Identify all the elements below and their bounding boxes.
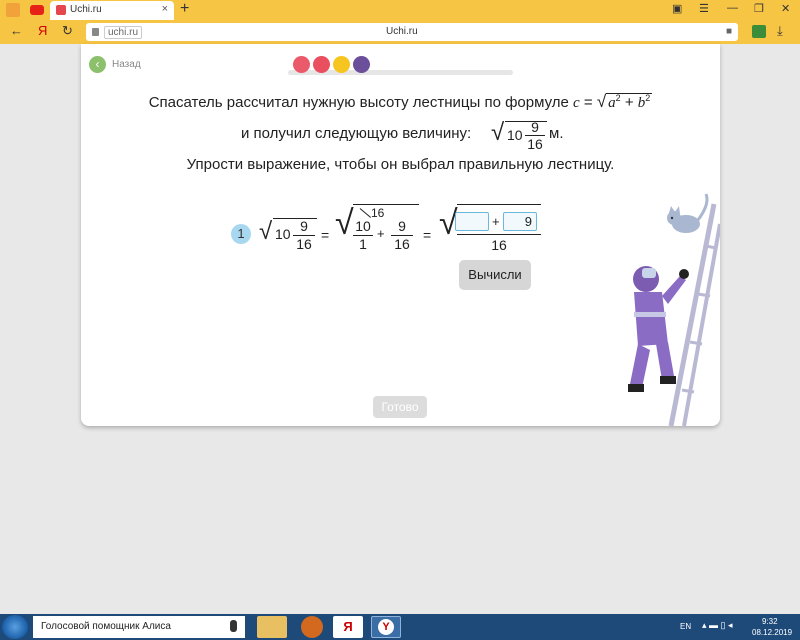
- extension-icon[interactable]: [752, 25, 766, 38]
- term3-denominator: 16: [491, 237, 507, 253]
- cat-icon: [667, 193, 709, 233]
- term1-whole: 10: [275, 226, 291, 242]
- clock-time[interactable]: 9:32: [762, 617, 778, 626]
- equals-2: =: [423, 227, 432, 243]
- address-bar[interactable]: uchi.ru Uchi.ru ■: [86, 23, 738, 41]
- tab-title: Uchi.ru: [70, 4, 102, 15]
- term1-numerator: 9: [300, 218, 308, 234]
- term2-annotation: 16: [371, 206, 385, 220]
- sqrt-sign-2: √: [491, 119, 505, 146]
- formula-a: a: [608, 95, 616, 111]
- collections-icon[interactable]: ▣: [672, 2, 682, 15]
- tab-uchi[interactable]: Uchi.ru ×: [50, 1, 174, 20]
- formula-a-exp: 2: [615, 93, 621, 103]
- step-number-badge: 1: [231, 224, 251, 244]
- start-button[interactable]: [2, 615, 28, 639]
- prompt-text-2: и получил следующую величину:: [241, 125, 472, 142]
- language-indicator[interactable]: EN: [680, 622, 691, 631]
- formula-c: c: [573, 95, 580, 111]
- term3-plus: +: [492, 214, 500, 229]
- sqrt-sign: √: [596, 92, 607, 111]
- equation-term-1: √ 10 9 16: [259, 214, 319, 254]
- sqrt-bar-5: [457, 204, 541, 205]
- sqrt-bar-4: [353, 204, 419, 205]
- progress-dot-3: [333, 56, 350, 73]
- new-tab-button[interactable]: +: [180, 0, 189, 18]
- page-title: Uchi.ru: [386, 26, 418, 37]
- back-arrow-icon[interactable]: ←: [10, 23, 23, 38]
- file-explorer-icon[interactable]: [257, 616, 287, 638]
- term2-numerator: 10: [355, 218, 371, 234]
- tabs-overview-icon[interactable]: [6, 3, 20, 17]
- value-denominator: 16: [527, 136, 543, 152]
- yandex-browser-icon[interactable]: Я: [333, 616, 363, 638]
- close-window-button[interactable]: ✕: [781, 2, 790, 15]
- reload-icon[interactable]: ↻: [62, 23, 73, 39]
- formula-b-exp: 2: [645, 93, 651, 103]
- menu-button[interactable]: ☰: [699, 2, 709, 15]
- term1-denominator: 16: [296, 236, 312, 252]
- tray-icons[interactable]: ▴ ▬ ▯ ◂: [702, 620, 733, 631]
- yandex-app-active-icon[interactable]: Y: [371, 616, 401, 638]
- chevron-left-icon: ‹: [89, 56, 106, 73]
- equals-1: =: [321, 227, 330, 243]
- lesson-progress: [288, 56, 513, 76]
- restore-button[interactable]: ❐: [754, 2, 764, 15]
- firefighter-illustration: [628, 193, 720, 426]
- formula-eq: =: [583, 94, 593, 111]
- equation-term-3: √ + 9 16: [439, 202, 543, 256]
- browser-tab-strip: Uchi.ru × + ▣ ☰ — ❐ ✕: [0, 0, 800, 20]
- progress-dot-4: [353, 56, 370, 73]
- value-whole: 10: [507, 127, 523, 143]
- minimize-button[interactable]: —: [727, 2, 738, 14]
- unit-m: м.: [549, 125, 564, 142]
- microphone-icon[interactable]: [230, 620, 237, 632]
- alice-label: Голосовой помощник Алиса: [41, 621, 171, 632]
- alice-search-box[interactable]: Голосовой помощник Алиса: [33, 616, 245, 638]
- lesson-card: ‹ Назад Спасатель рассчитал нужную высот…: [81, 44, 720, 426]
- sqrt-sign-3: √: [259, 218, 273, 245]
- answer-input-1[interactable]: [455, 212, 489, 231]
- progress-dot-2: [313, 56, 330, 73]
- answer-input-2[interactable]: 9: [503, 212, 537, 231]
- sqrt-sign-4: √: [335, 204, 354, 242]
- uchi-favicon-icon: [56, 5, 66, 15]
- yandex-icon[interactable]: Я: [38, 23, 47, 38]
- formula-plus: +: [624, 94, 634, 111]
- progress-dot-1: [293, 56, 310, 73]
- bookmark-icon[interactable]: ■: [726, 26, 732, 37]
- windows-taskbar: Голосовой помощник Алиса Я Y EN ▴ ▬ ▯ ◂ …: [0, 614, 800, 640]
- term2-denominator-2: 16: [394, 236, 410, 252]
- formula-radicand: a2 + b2: [606, 93, 653, 111]
- download-icon[interactable]: ⤓: [777, 23, 783, 39]
- back-label: Назад: [112, 59, 141, 70]
- annotation-arrow: [359, 208, 372, 218]
- done-button[interactable]: Готово: [373, 396, 427, 418]
- equation-term-2: √ 16 10 1 + 9 16: [335, 202, 421, 256]
- calculate-button[interactable]: Вычисли: [459, 260, 531, 290]
- prompt-line-3: Упрости выражение, чтобы он выбрал прави…: [186, 156, 615, 173]
- clock-date[interactable]: 08.12.2019: [752, 628, 792, 637]
- term2-plus: +: [377, 226, 385, 241]
- prompt-line-1: Спасатель рассчитал нужную высоту лестни…: [81, 92, 720, 112]
- ladder-icon: [668, 203, 720, 426]
- prompt-line-2: и получил следующую величину: √ 10 9 16 …: [241, 119, 641, 152]
- term3-fraction-bar: [457, 234, 541, 235]
- lock-icon: [92, 28, 99, 36]
- term2-numerator-2: 9: [398, 218, 406, 234]
- youtube-icon[interactable]: [30, 5, 44, 15]
- prompt-text-1: Спасатель рассчитал нужную высоту лестни…: [148, 94, 569, 111]
- url-text[interactable]: uchi.ru: [104, 26, 143, 39]
- term2-denominator: 1: [359, 236, 367, 252]
- browser-nav-bar: ← Я ↻ uchi.ru Uchi.ru ■ ⤓: [0, 20, 800, 44]
- media-player-icon[interactable]: [301, 616, 323, 638]
- value-numerator: 9: [531, 119, 539, 135]
- tab-close-button[interactable]: ×: [162, 3, 168, 15]
